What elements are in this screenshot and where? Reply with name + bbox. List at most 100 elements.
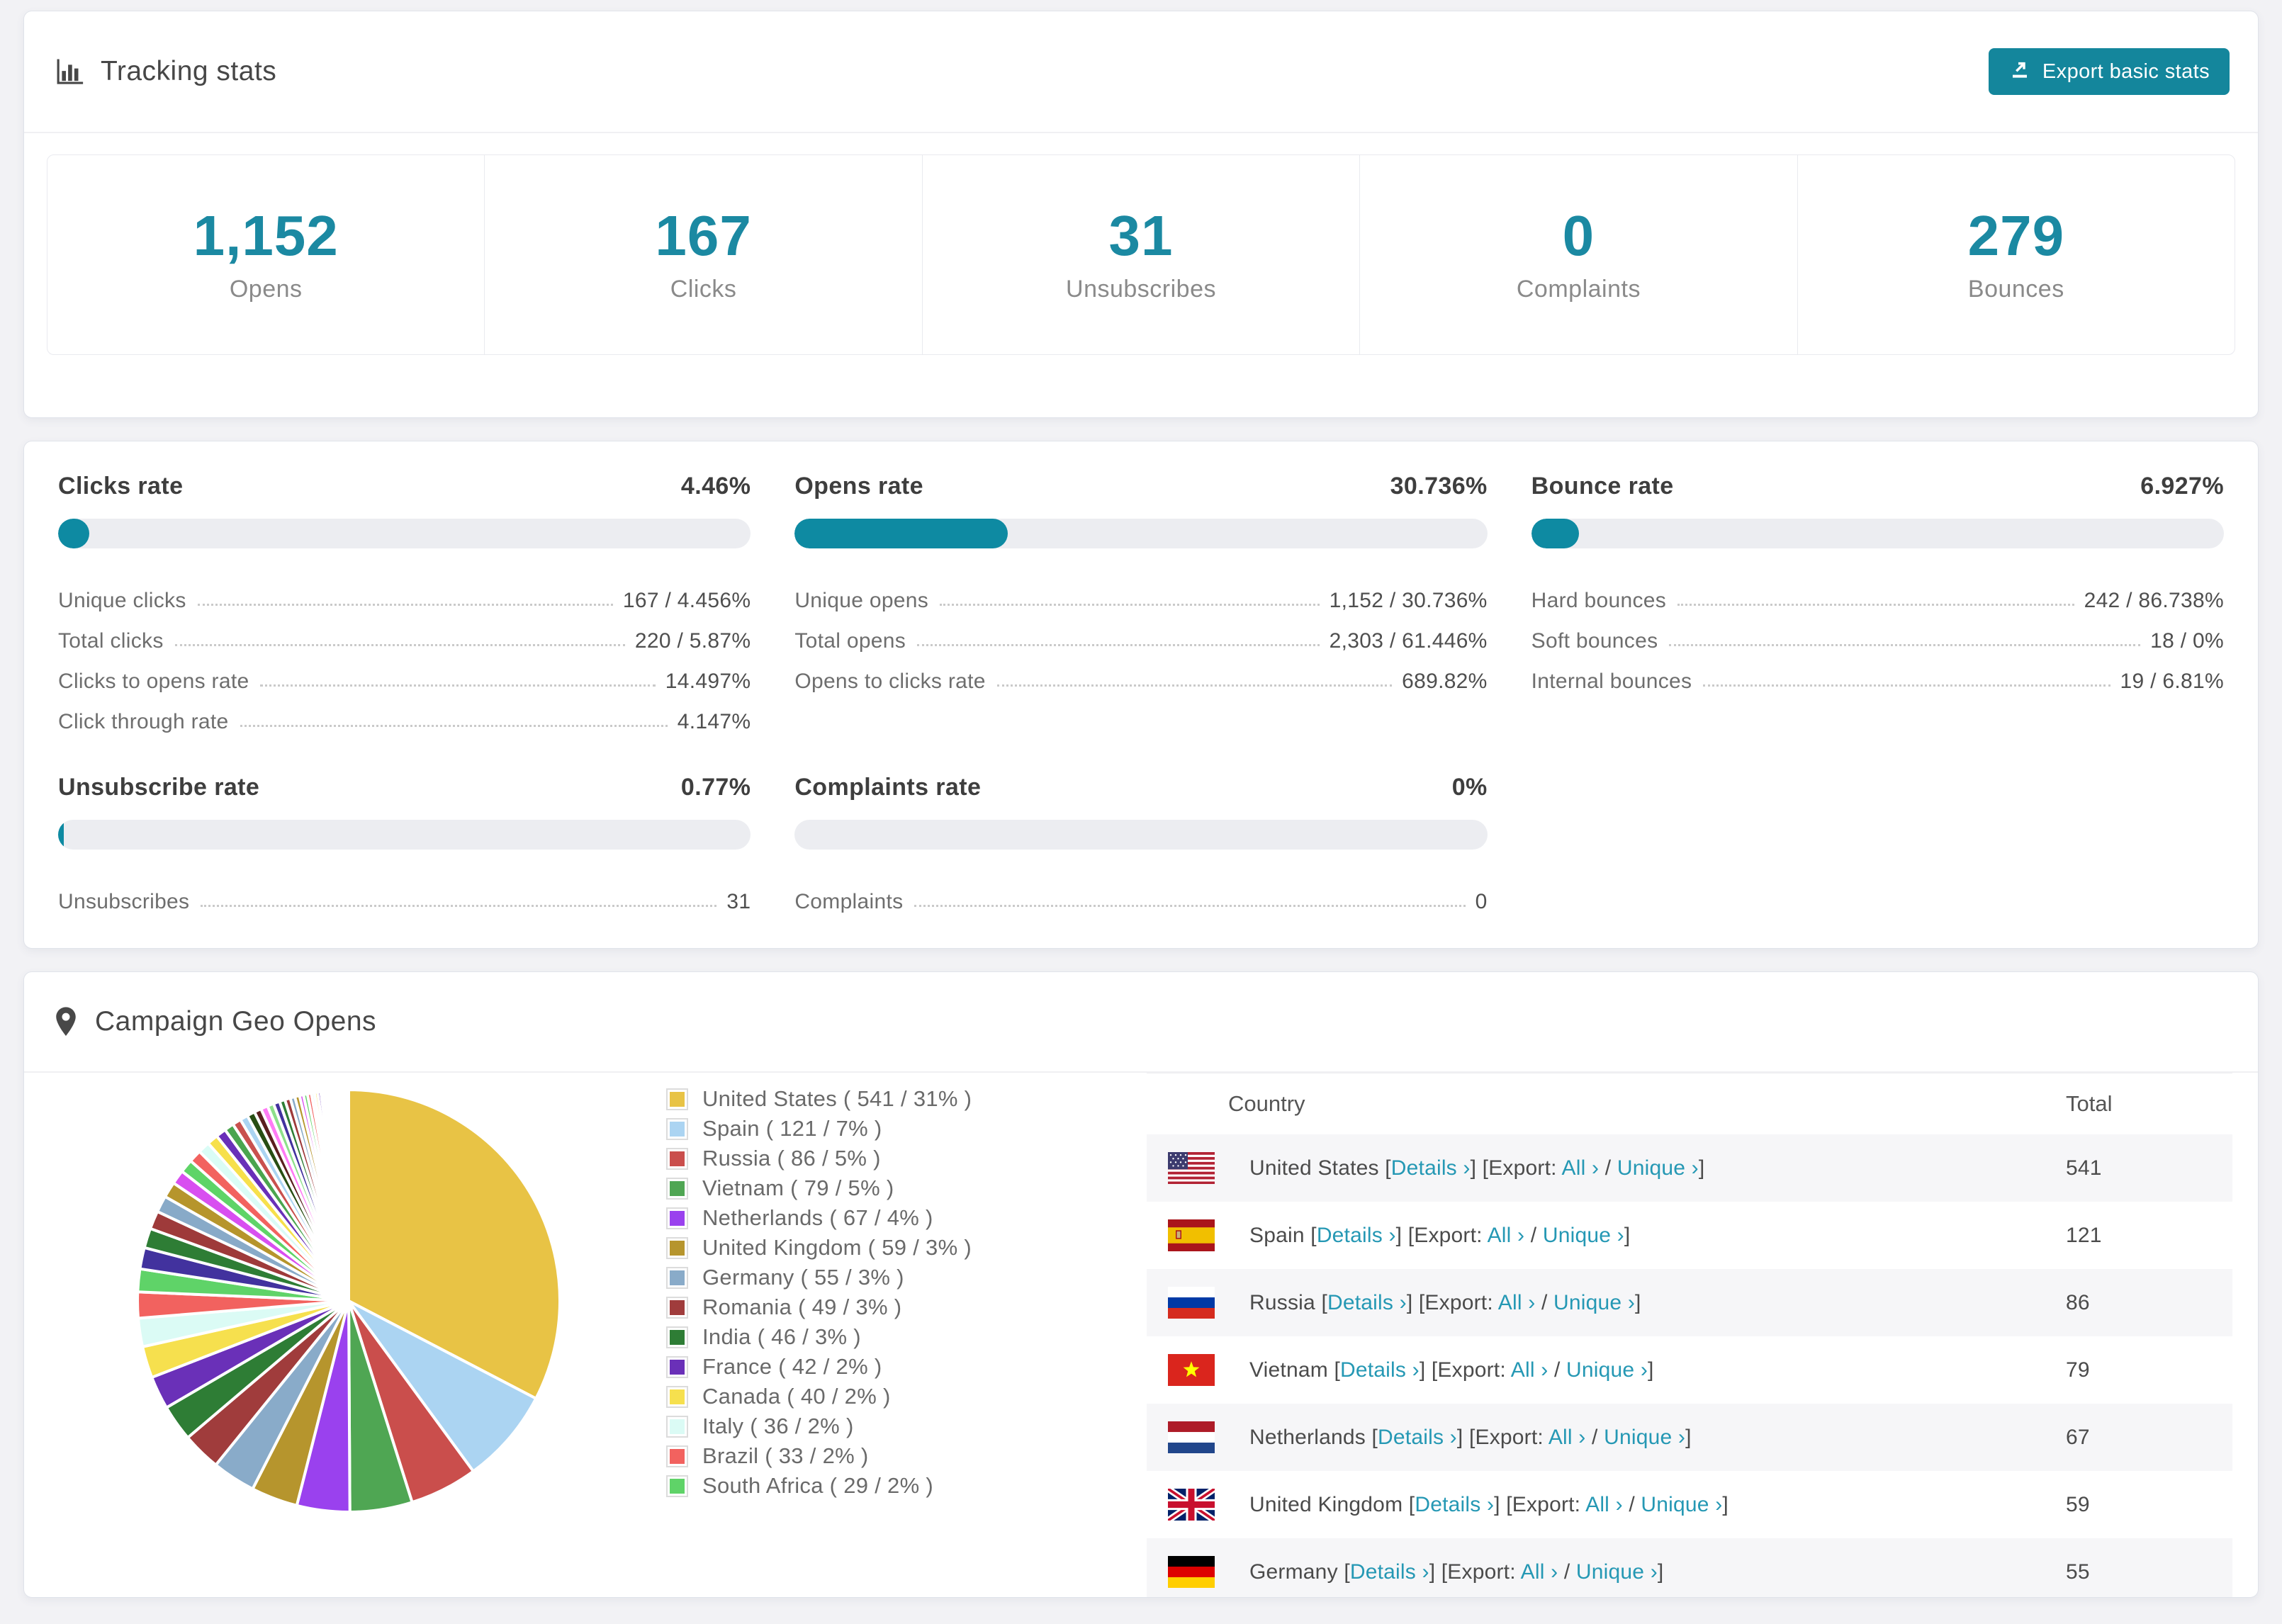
flag-es-icon — [1168, 1219, 1215, 1251]
rate-title: Opens rate — [794, 473, 923, 500]
rate-row-value: 689.82% — [1402, 670, 1488, 693]
export-unique-link[interactable]: Unique › — [1566, 1358, 1648, 1382]
geo-opens-pie-chart — [136, 1088, 562, 1514]
details-link[interactable]: Details › — [1350, 1560, 1429, 1584]
stat-complaints: 0 Complaints — [1360, 155, 1798, 354]
stat-value: 167 — [655, 204, 752, 267]
rate-row-value: 220 / 5.87% — [634, 629, 751, 653]
export-all-link[interactable]: All › — [1498, 1291, 1536, 1314]
rate-row-label: Click through rate — [58, 710, 229, 733]
tracking-stats-title: Tracking stats — [54, 56, 276, 87]
legend-item-netherlands: Netherlands ( 67 / 4% ) — [666, 1203, 1063, 1233]
legend-swatch — [666, 1326, 688, 1348]
country-total: 79 — [2066, 1358, 2090, 1382]
rate-row-value: 2,303 / 61.446% — [1329, 629, 1488, 653]
legend-item-united-kingdom: United Kingdom ( 59 / 3% ) — [666, 1233, 1063, 1263]
rate-row-total-opens: Total opens 2,303 / 61.446% — [794, 613, 1487, 653]
export-all-link[interactable]: All › — [1585, 1493, 1623, 1516]
country-cell: Netherlands [Details ›] [Export: All › /… — [1249, 1425, 1692, 1449]
rate-row-complaints: Complaints 0 — [794, 874, 1487, 914]
rate-value: 4.46% — [680, 473, 751, 500]
rate-row-value: 242 / 86.738% — [2084, 589, 2224, 612]
legend-swatch — [666, 1445, 688, 1467]
geo-table-rows: United States [Details ›] [Export: All ›… — [1147, 1134, 2232, 1597]
export-unique-link[interactable]: Unique › — [1604, 1426, 1685, 1449]
dotted-leader — [260, 684, 656, 687]
legend-label: South Africa ( 29 / 2% ) — [702, 1473, 933, 1498]
stat-value: 31 — [1108, 204, 1174, 267]
rate-row-label: Hard bounces — [1531, 589, 1667, 612]
stat-unsubscribes: 31 Unsubscribes — [923, 155, 1361, 354]
rate-title: Bounce rate — [1531, 473, 1674, 500]
country-cell: United Kingdom [Details ›] [Export: All … — [1249, 1492, 1729, 1516]
export-unique-link[interactable]: Unique › — [1543, 1224, 1624, 1247]
export-unique-link[interactable]: Unique › — [1553, 1291, 1635, 1314]
legend-label: India ( 46 / 3% ) — [702, 1324, 861, 1349]
rate-row-label: Soft bounces — [1531, 629, 1658, 653]
legend-label: Italy ( 36 / 2% ) — [702, 1414, 854, 1438]
stat-label: Bounces — [1967, 276, 2064, 303]
export-unique-link[interactable]: Unique › — [1641, 1493, 1722, 1516]
export-basic-stats-button[interactable]: Export basic stats — [1988, 48, 2230, 95]
rate-row-soft-bounces: Soft bounces 18 / 0% — [1531, 613, 2224, 653]
tracking-stats-title-text: Tracking stats — [101, 56, 277, 86]
legend-swatch — [666, 1266, 688, 1289]
legend-item-brazil: Brazil ( 33 / 2% ) — [666, 1441, 1063, 1471]
legend-swatch — [666, 1117, 688, 1140]
rate-block-complaints-rate: Complaints rate 0% Complaints 0 — [794, 774, 1488, 914]
details-link[interactable]: Details › — [1340, 1358, 1420, 1382]
geo-table-header: Country Total — [1147, 1073, 2232, 1134]
rate-row-value: 1,152 / 30.736% — [1329, 589, 1488, 612]
legend-swatch — [666, 1207, 688, 1229]
rate-row-opens-to-clicks-rate: Opens to clicks rate 689.82% — [794, 653, 1487, 694]
legend-label: United Kingdom ( 59 / 3% ) — [702, 1235, 972, 1260]
details-link[interactable]: Details › — [1415, 1493, 1494, 1516]
geo-row-netherlands: Netherlands [Details ›] [Export: All › /… — [1147, 1404, 2232, 1471]
details-link[interactable]: Details › — [1317, 1224, 1396, 1247]
country-name: Germany — [1249, 1560, 1338, 1584]
legend-label: Brazil ( 33 / 2% ) — [702, 1443, 869, 1468]
legend-label: Romania ( 49 / 3% ) — [702, 1295, 902, 1319]
legend-label: Vietnam ( 79 / 5% ) — [702, 1175, 894, 1200]
export-all-link[interactable]: All › — [1548, 1426, 1586, 1449]
rate-value: 0.77% — [680, 774, 751, 801]
campaign-geo-title-text: Campaign Geo Opens — [95, 1006, 377, 1037]
export-all-link[interactable]: All › — [1521, 1560, 1558, 1584]
rate-row-click-through-rate: Click through rate 4.147% — [58, 694, 751, 734]
rate-row-label: Unique clicks — [58, 589, 186, 612]
legend-item-vietnam: Vietnam ( 79 / 5% ) — [666, 1173, 1063, 1203]
rates-grid: Clicks rate 4.46% Unique clicks 167 / 4.456… — [58, 473, 2224, 914]
export-icon — [2008, 57, 2031, 86]
country-cell: Vietnam [Details ›] [Export: All › / Uni… — [1249, 1358, 1654, 1382]
details-link[interactable]: Details › — [1327, 1291, 1407, 1314]
tracking-stats-card: Tracking stats Export basic stats 1,152 O… — [23, 11, 2259, 418]
legend-swatch — [666, 1296, 688, 1319]
dotted-leader — [240, 725, 668, 727]
details-link[interactable]: Details › — [1391, 1156, 1471, 1180]
details-link[interactable]: Details › — [1378, 1426, 1457, 1449]
export-all-link[interactable]: All › — [1511, 1358, 1548, 1382]
rate-row-label: Opens to clicks rate — [794, 670, 986, 693]
rate-row-clicks-to-opens-rate: Clicks to opens rate 14.497% — [58, 653, 751, 694]
legend-swatch — [666, 1236, 688, 1259]
flag-vn-icon — [1168, 1354, 1215, 1386]
legend-item-spain: Spain ( 121 / 7% ) — [666, 1114, 1063, 1144]
export-button-label: Export basic stats — [2042, 60, 2210, 83]
campaign-geo-body: United States ( 541 / 31% ) Spain ( 121 /… — [24, 1073, 2258, 1597]
rate-block-bounce-rate: Bounce rate 6.927% Hard bounces 242 / 86.73… — [1531, 473, 2224, 734]
rate-progress-bar — [58, 519, 751, 548]
export-unique-link[interactable]: Unique › — [1576, 1560, 1658, 1584]
rate-row-value: 0 — [1475, 890, 1488, 913]
stat-label: Unsubscribes — [1066, 276, 1216, 303]
dotted-leader — [201, 905, 717, 907]
export-all-link[interactable]: All › — [1488, 1224, 1525, 1247]
rate-row-label: Total clicks — [58, 629, 164, 653]
country-total: 541 — [2066, 1156, 2102, 1180]
map-pin-icon — [54, 1006, 78, 1037]
legend-item-germany: Germany ( 55 / 3% ) — [666, 1263, 1063, 1292]
legend-item-south-africa: South Africa ( 29 / 2% ) — [666, 1471, 1063, 1501]
export-all-link[interactable]: All › — [1562, 1156, 1600, 1180]
export-unique-link[interactable]: Unique › — [1617, 1156, 1699, 1180]
flag-de-icon — [1168, 1556, 1215, 1588]
rate-progress-bar — [58, 820, 751, 850]
